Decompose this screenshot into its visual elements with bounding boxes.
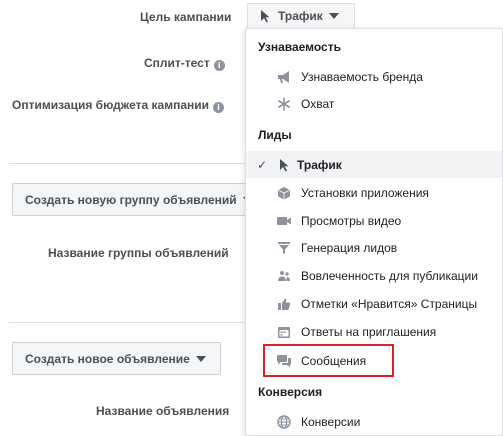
menu-item-lead-generation[interactable]: Генерация лидов bbox=[246, 234, 502, 261]
menu-item-label: Генерация лидов bbox=[301, 240, 398, 255]
create-ad-label: Создать новое объявление bbox=[25, 351, 190, 366]
create-adset-button[interactable]: Создать новую группу объявлений bbox=[12, 183, 253, 216]
chevron-down-icon bbox=[195, 355, 206, 362]
menu-item-traffic[interactable]: ✓ Трафик bbox=[246, 151, 502, 178]
menu-item-brand-awareness[interactable]: Узнаваемость бренда bbox=[246, 63, 502, 90]
info-icon[interactable]: i bbox=[213, 60, 225, 71]
highlight-box bbox=[263, 344, 394, 377]
menu-item-conversions[interactable]: Конверсии bbox=[246, 408, 502, 435]
budget-optimization-text: Оптимизация бюджета кампании bbox=[12, 98, 210, 112]
people-icon bbox=[276, 268, 292, 284]
menu-item-label: Конверсии bbox=[301, 414, 361, 429]
menu-item-label: Ответы на приглашения bbox=[301, 324, 437, 339]
menu-item-reach[interactable]: Охват bbox=[246, 90, 502, 117]
menu-item-label: Вовлеченность для публикации bbox=[301, 268, 478, 283]
divider bbox=[9, 163, 247, 164]
globe-icon bbox=[276, 414, 292, 430]
ad-name-label: Название объявления bbox=[96, 404, 230, 418]
menu-item-post-engagement[interactable]: Вовлеченность для публикации bbox=[246, 262, 502, 289]
chevron-down-icon bbox=[328, 13, 339, 19]
info-icon[interactable]: i bbox=[213, 102, 225, 113]
menu-item-label: Узнаваемость бренда bbox=[301, 69, 423, 84]
campaign-objective-label: Цель кампании bbox=[140, 10, 232, 24]
adset-name-label: Название группы объявлений bbox=[48, 246, 229, 260]
menu-item-page-likes[interactable]: Отметки «Нравится» Страницы bbox=[246, 290, 502, 317]
menu-item-label: Трафик bbox=[297, 157, 342, 172]
cursor-icon bbox=[260, 9, 272, 23]
menu-item-label: Установки приложения bbox=[301, 185, 429, 200]
section-conversion: Конверсия bbox=[258, 385, 323, 399]
split-test-label: Сплит-тест i bbox=[144, 56, 225, 71]
split-test-text: Сплит-тест bbox=[144, 56, 210, 70]
menu-item-label: Отметки «Нравится» Страницы bbox=[301, 296, 478, 311]
calendar-icon bbox=[276, 324, 292, 340]
section-leads: Лиды bbox=[258, 128, 292, 142]
create-ad-button[interactable]: Создать новое объявление bbox=[12, 342, 221, 375]
menu-item-video-views[interactable]: Просмотры видео bbox=[246, 207, 502, 234]
menu-item-event-responses[interactable]: Ответы на приглашения bbox=[246, 318, 502, 345]
video-camera-icon bbox=[276, 213, 292, 229]
section-awareness: Узнаваемость bbox=[258, 40, 341, 54]
budget-optimization-label: Оптимизация бюджета кампании i bbox=[12, 98, 225, 113]
check-icon: ✓ bbox=[257, 157, 268, 172]
box-icon bbox=[276, 185, 292, 201]
thumbs-up-icon bbox=[276, 296, 292, 312]
cursor-icon bbox=[277, 157, 293, 173]
objective-dropdown[interactable]: Трафик bbox=[247, 3, 355, 28]
create-adset-label: Создать новую группу объявлений bbox=[25, 192, 237, 207]
snowflake-icon bbox=[276, 96, 292, 112]
objective-menu: Узнаваемость Узнаваемость бренда Охват Л… bbox=[245, 28, 503, 436]
funnel-icon bbox=[276, 240, 292, 256]
menu-item-label: Охват bbox=[301, 96, 335, 111]
objective-value: Трафик bbox=[278, 9, 323, 23]
menu-item-label: Просмотры видео bbox=[301, 213, 402, 228]
megaphone-icon bbox=[276, 69, 292, 85]
menu-item-app-installs[interactable]: Установки приложения bbox=[246, 179, 502, 206]
divider bbox=[9, 322, 247, 323]
